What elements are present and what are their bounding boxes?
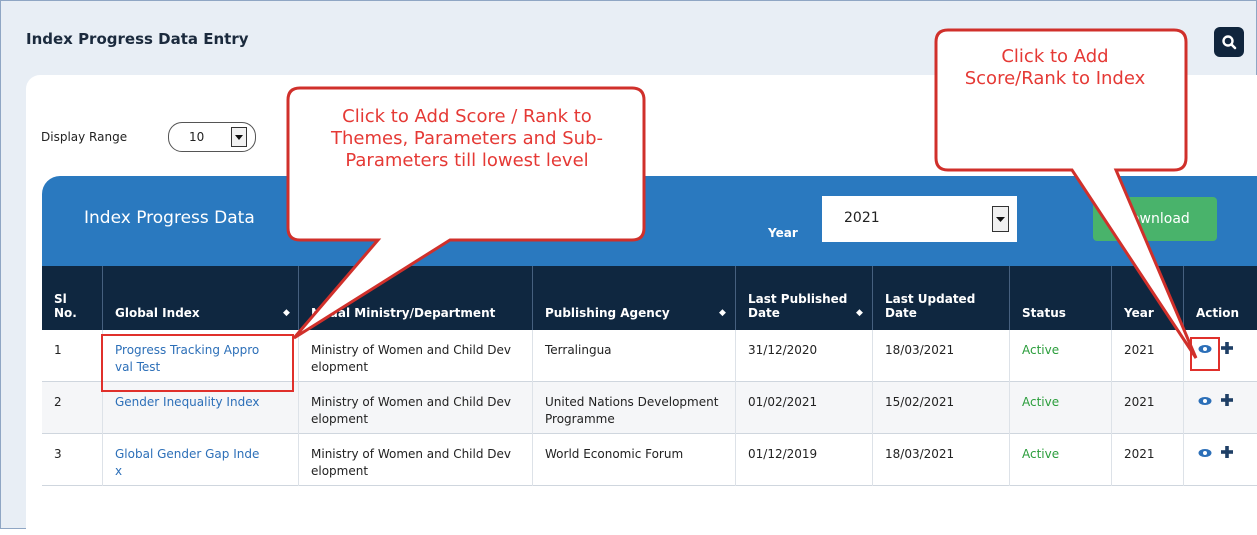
cell-updated: 18/03/2021 <box>872 434 1009 486</box>
global-index-link[interactable]: Gender Inequality Index <box>115 394 265 411</box>
col-sl-label: Sl No. <box>54 292 77 320</box>
cell-sl: 1 <box>42 330 102 382</box>
cell-ministry-text: Ministry of Women and Child Development <box>311 447 512 478</box>
cell-updated: 15/02/2021 <box>872 382 1009 434</box>
cell-status: Active <box>1009 434 1111 486</box>
year-label: Year <box>768 226 798 240</box>
cell-agency-text: World Economic Forum <box>545 447 684 461</box>
sort-icon: ◆ <box>856 308 863 318</box>
plus-icon[interactable] <box>1219 444 1235 460</box>
display-range-value: 10 <box>189 130 205 144</box>
callout-right-text: Click to Add Score/Rank to Index <box>964 46 1146 89</box>
search-button[interactable] <box>1214 27 1244 57</box>
cell-agency: United Nations Development Programme <box>532 382 735 434</box>
cell-action <box>1183 434 1257 486</box>
sort-icon: ◆ <box>719 308 726 318</box>
col-global-index[interactable]: Global Index ◆ <box>102 266 298 330</box>
display-range-select[interactable]: 10 <box>168 122 256 152</box>
cell-published: 01/02/2021 <box>735 382 872 434</box>
col-last-published[interactable]: Last Published Date ◆ <box>735 266 872 330</box>
col-global-index-label: Global Index <box>115 306 200 320</box>
cell-global-index[interactable]: Global Gender Gap Index <box>102 434 298 486</box>
cell-ministry: Ministry of Women and Child Development <box>298 434 532 486</box>
plus-icon[interactable] <box>1219 392 1235 408</box>
chevron-down-icon <box>231 127 247 147</box>
year-value: 2021 <box>844 210 880 226</box>
cell-year: 2021 <box>1111 434 1183 486</box>
eye-icon[interactable] <box>1198 394 1212 408</box>
col-last-published-label: Last Published Date <box>748 292 848 320</box>
global-index-link[interactable]: Global Gender Gap Index <box>115 446 265 480</box>
search-icon <box>1222 35 1237 50</box>
col-sl: Sl No. <box>42 266 102 330</box>
cell-sl: 3 <box>42 434 102 486</box>
cell-status: Active <box>1009 382 1111 434</box>
plus-icon[interactable] <box>1219 340 1235 356</box>
cell-year: 2021 <box>1111 382 1183 434</box>
highlight-box-global-index <box>101 334 294 392</box>
cell-published: 01/12/2019 <box>735 434 872 486</box>
card-title: Index Progress Data <box>84 208 255 228</box>
cell-action <box>1183 382 1257 434</box>
table-row: 3 Global Gender Gap Index Ministry of Wo… <box>42 434 1257 486</box>
cell-published: 31/12/2020 <box>735 330 872 382</box>
callout-left-text: Click to Add Score / Rank to Themes, Par… <box>331 106 603 171</box>
cell-agency: World Economic Forum <box>532 434 735 486</box>
col-action-label: Action <box>1196 306 1240 320</box>
cell-sl: 2 <box>42 382 102 434</box>
cell-agency-text: United Nations Development Programme <box>545 395 719 426</box>
cell-ministry-text: Ministry of Women and Child Development <box>311 395 512 426</box>
display-range-label: Display Range <box>41 130 128 144</box>
page-title: Index Progress Data Entry <box>26 30 249 48</box>
eye-icon[interactable] <box>1198 446 1212 460</box>
cell-ministry: Ministry of Women and Child Development <box>298 382 532 434</box>
